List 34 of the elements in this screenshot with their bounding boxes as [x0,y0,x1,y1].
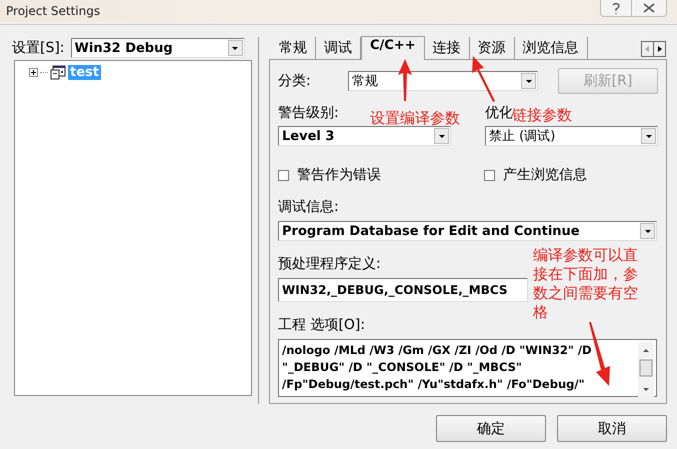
scrollbar[interactable] [638,342,654,398]
annotation-text: 编译参数可以直接在下面加，参数之间需要有空格 [533,246,639,322]
preprocessor-label: 预处理程序定义: [278,255,381,273]
tab[interactable]: 连接 [424,37,470,59]
tab[interactable]: 浏览信息 [514,37,588,59]
annotation-arrow [398,59,412,101]
checkbox[interactable] [484,170,495,180]
category-dropdown[interactable]: 常规 [348,71,538,91]
settings-dropdown[interactable]: Win32 Debug [70,38,245,58]
checkbox-option[interactable]: 警告作为错误 [278,166,432,184]
debug-info-dropdown[interactable]: Program Database for Edit and Continue [278,221,657,241]
preprocessor-field[interactable]: WIN32,_DEBUG,_CONSOLE,_MBCS [278,278,528,302]
dialog-button[interactable]: 取消 [557,415,667,442]
checkbox-option[interactable]: 产生浏览信息 [484,166,638,184]
dialog-button[interactable]: 确定 [436,415,546,442]
project-options-field[interactable]: /nologo /MLd /W3 /Gm /GX /ZI /Od /D "WIN32" /D "_DEBUG" /D "_CONSOLE" /D "_MBCS" /Fp"Debug/test.pch" /Yu"stdafx.h" /Fo"Debug/" [278,339,657,397]
tab-scroll-icon[interactable] [641,41,667,57]
warning-level-label: 警告级别: [278,104,339,122]
optimization-dropdown[interactable]: 禁止 (调试) [485,126,658,146]
project-options-label: 工程 选项[O]: [278,316,366,334]
tab[interactable]: C/C++ [361,36,425,60]
annotation-text: 设置编译参数 [370,109,460,128]
debug-info-label: 调试信息: [278,198,339,216]
tab[interactable]: 常规 [271,37,316,59]
project-icon [50,65,66,80]
warning-level-dropdown[interactable]: Level 3 [278,126,451,146]
checkbox[interactable] [278,170,289,180]
window-title: Project Settings [6,4,100,18]
annotation-text: 链接参数 [512,106,572,125]
annotation-arrow [470,56,498,102]
expand-icon[interactable] [29,68,38,77]
category-label: 分类: [278,72,312,90]
optimization-label: 优化 [485,104,513,121]
settings-label: 设置[S]: [12,39,65,57]
